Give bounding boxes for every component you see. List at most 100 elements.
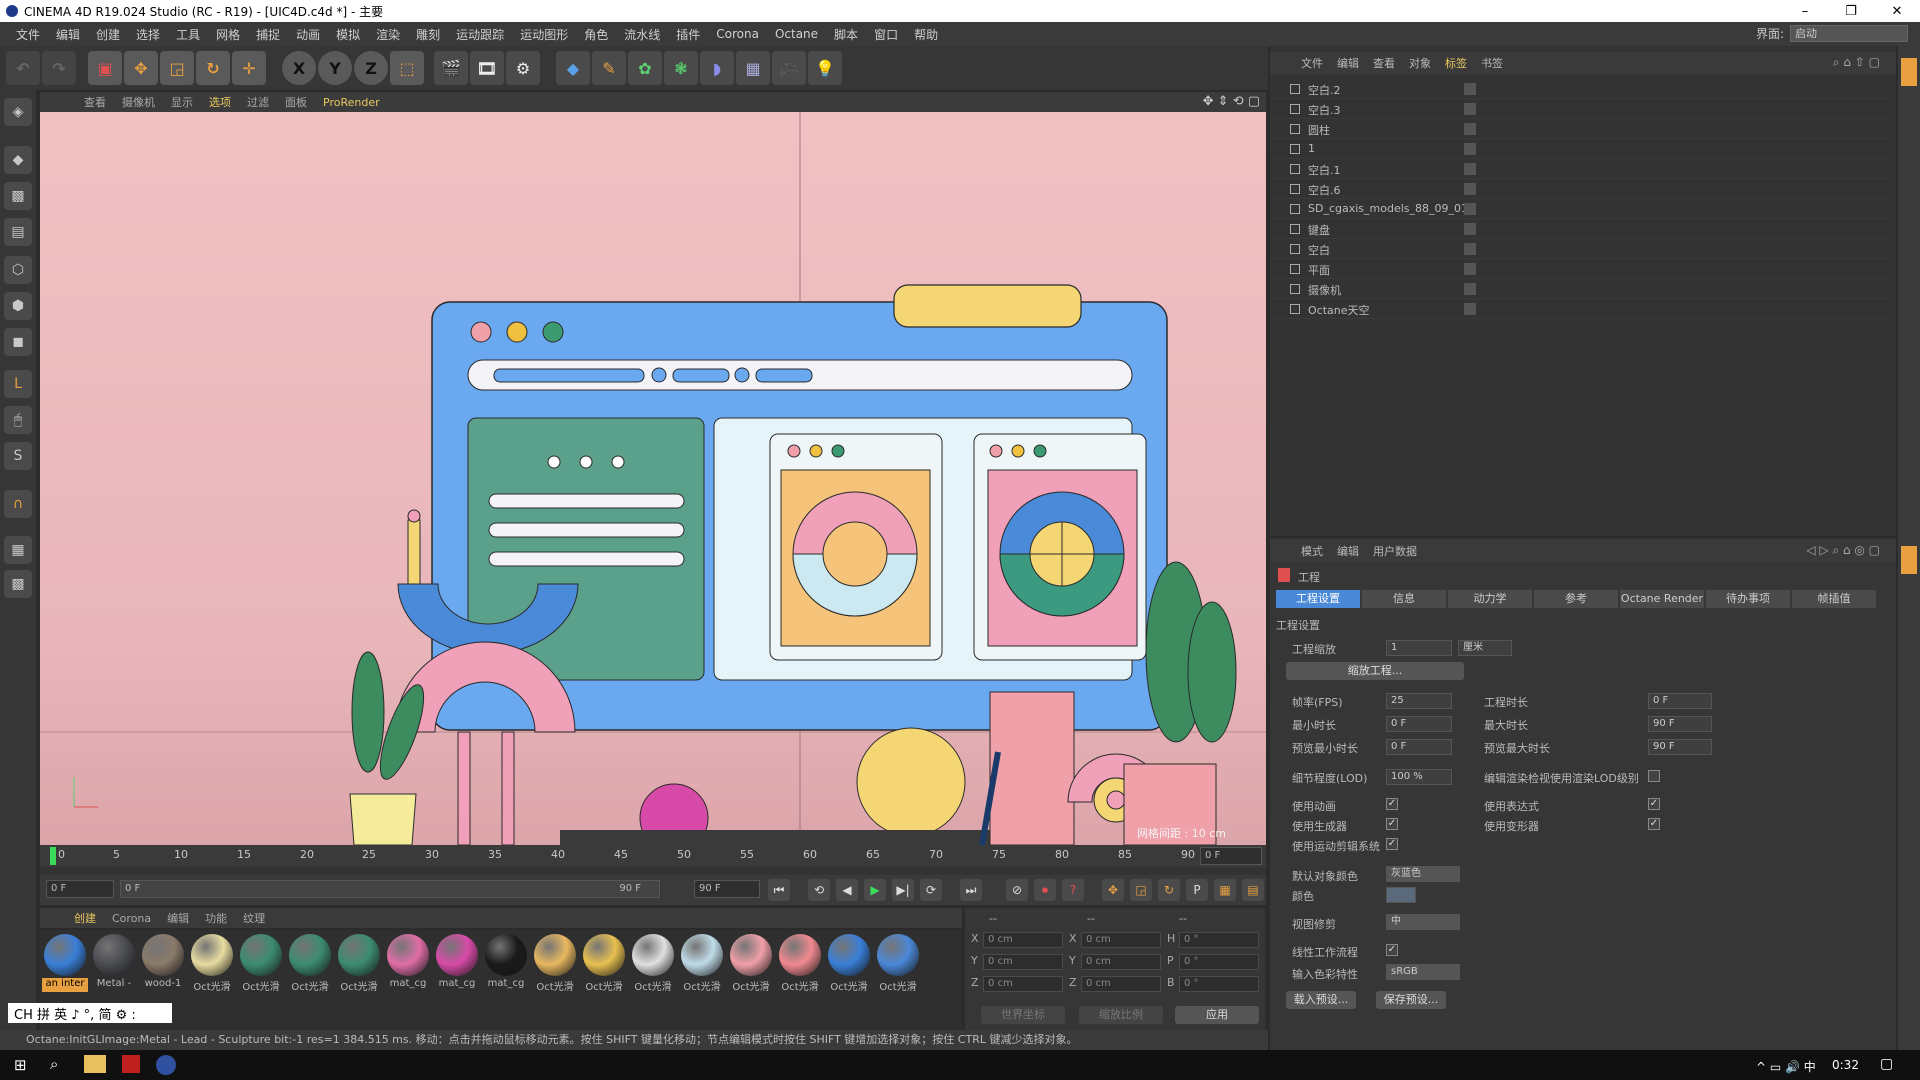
object-row[interactable]: 键盘 (1272, 219, 1892, 239)
tab-info[interactable]: 信息 (1362, 590, 1446, 608)
min-time-field[interactable]: 0 F (1386, 716, 1452, 732)
play-icon[interactable]: ▶ (864, 879, 886, 901)
menu-pipeline[interactable]: 流水线 (616, 26, 668, 43)
key-position-icon[interactable]: ✥ (1102, 879, 1124, 901)
menu-render[interactable]: 渲染 (368, 26, 408, 43)
windows-start-icon[interactable]: ⊞ (14, 1056, 27, 1074)
obj-menu-tags[interactable]: 标签 (1438, 55, 1474, 71)
ime-toolbar[interactable]: CH 拼 英 ♪ °, 简 ⚙ : (8, 1003, 172, 1023)
key-parameter-icon[interactable]: P (1186, 879, 1208, 901)
material-swatch[interactable]: Oct光滑 (287, 934, 333, 994)
go-to-start-icon[interactable]: ⏮ (768, 879, 790, 901)
search-icon[interactable]: ⌕ (50, 1055, 58, 1073)
material-swatch[interactable]: Oct光滑 (189, 934, 235, 994)
material-swatch[interactable]: Oct光滑 (777, 934, 823, 994)
menu-plugins[interactable]: 插件 (668, 26, 708, 43)
obj-menu-view[interactable]: 查看 (1366, 55, 1402, 71)
mat-menu-create[interactable]: 创建 (66, 910, 104, 926)
menu-character[interactable]: 角色 (576, 26, 616, 43)
object-row[interactable]: 空白.6 (1272, 179, 1892, 199)
menu-octane[interactable]: Octane (767, 27, 826, 41)
mat-menu-edit[interactable]: 编辑 (159, 910, 197, 926)
use-expressions-checkbox[interactable]: ✓ (1648, 798, 1660, 810)
material-swatch[interactable]: Oct光滑 (875, 934, 921, 994)
edges-mode-icon[interactable]: ⬢ (4, 292, 32, 320)
material-swatch[interactable]: Oct光滑 (532, 934, 578, 994)
viewport-navigation-icons[interactable]: ✥ ⇕ ⟲ ▢ (1203, 94, 1260, 109)
visibility-toggle-icon[interactable] (1464, 123, 1476, 135)
loop-forward-icon[interactable]: ⟳ (920, 879, 942, 901)
position-x-field[interactable]: 0 cm (983, 932, 1063, 948)
rotate-icon[interactable]: ↻ (196, 51, 230, 85)
material-swatch[interactable]: Oct光滑 (728, 934, 774, 994)
workplane-icon[interactable]: ▤ (4, 218, 32, 246)
minimize-button[interactable]: – (1782, 0, 1828, 22)
apply-button[interactable]: 应用 (1175, 1006, 1259, 1024)
tab-project-settings[interactable]: 工程设置 (1276, 590, 1360, 608)
live-selection-icon[interactable]: ▣ (88, 51, 122, 85)
interface-select[interactable]: 启动 (1790, 25, 1908, 42)
current-frame-field[interactable]: 0 F (1200, 847, 1262, 865)
attr-menu-edit[interactable]: 编辑 (1330, 543, 1366, 559)
object-manager-tools-icons[interactable]: ⌕ ⌂ ⇧ ▢ (1833, 55, 1880, 70)
obj-menu-bookmarks[interactable]: 书签 (1474, 55, 1510, 71)
close-button[interactable]: ✕ (1874, 0, 1920, 22)
render-picture-viewer-icon[interactable]: 🎞 (470, 51, 504, 85)
menu-select[interactable]: 选择 (128, 26, 168, 43)
size-y-field[interactable]: 0 cm (1081, 954, 1161, 970)
magnet-icon[interactable]: ∩ (4, 490, 32, 518)
cinema4d-taskbar-icon[interactable] (156, 1055, 176, 1075)
auto-key-icon[interactable]: ? (1062, 879, 1084, 901)
use-generators-checkbox[interactable]: ✓ (1386, 818, 1398, 830)
mat-menu-texture[interactable]: 纹理 (235, 910, 273, 926)
record-icon[interactable]: ⏺ (1034, 879, 1056, 901)
mat-menu-corona[interactable]: Corona (104, 912, 159, 925)
material-swatch[interactable]: mat_cg (483, 934, 529, 994)
rotation-p-field[interactable]: 0 ° (1179, 954, 1259, 970)
material-swatch[interactable]: Oct光滑 (336, 934, 382, 994)
preview-range-slider[interactable]: 0 F 90 F (120, 880, 660, 898)
object-row[interactable]: 圆柱 (1272, 119, 1892, 139)
obj-menu-file[interactable]: 文件 (1294, 55, 1330, 71)
wps-icon[interactable] (122, 1055, 140, 1073)
project-scale-unit-select[interactable]: 厘米 (1458, 640, 1512, 656)
go-to-end-icon[interactable]: ⏭ (960, 879, 982, 901)
key-scale-icon[interactable]: ◲ (1130, 879, 1152, 901)
deformer-icon[interactable]: ◗ (700, 51, 734, 85)
visibility-toggle-icon[interactable] (1464, 143, 1476, 155)
visibility-toggle-icon[interactable] (1464, 263, 1476, 275)
material-swatch[interactable]: Oct光滑 (238, 934, 284, 994)
camera-icon[interactable]: 🎥 (772, 51, 806, 85)
position-z-field[interactable]: 0 cm (983, 976, 1063, 992)
visibility-toggle-icon[interactable] (1464, 163, 1476, 175)
object-row[interactable]: 空白.2 (1272, 79, 1892, 99)
menu-simulate[interactable]: 模拟 (328, 26, 368, 43)
input-color-profile-select[interactable]: sRGB (1386, 964, 1460, 980)
tray-icons[interactable]: ^ ▭ 🔊 中 (1756, 1058, 1816, 1075)
obj-menu-object[interactable]: 对象 (1402, 55, 1438, 71)
render-lod-checkbox[interactable] (1648, 770, 1660, 782)
rotation-b-field[interactable]: 0 ° (1179, 976, 1259, 992)
preview-max-field[interactable]: 90 F (1648, 739, 1712, 755)
lod-field[interactable]: 100 % (1386, 769, 1452, 785)
menu-sculpt[interactable]: 雕刻 (408, 26, 448, 43)
menu-animate[interactable]: 动画 (288, 26, 328, 43)
key-rotation-icon[interactable]: ↻ (1158, 879, 1180, 901)
model-mode-icon[interactable]: ◆ (4, 146, 32, 174)
menu-file[interactable]: 文件 (8, 26, 48, 43)
view-clipping-select[interactable]: 中 (1386, 914, 1460, 930)
snap-icon[interactable]: S (4, 442, 32, 470)
side-tab-attributes[interactable] (1901, 546, 1917, 574)
planar-workplane-icon[interactable]: ▩ (4, 570, 32, 598)
viewport-menu-display[interactable]: 显示 (163, 94, 201, 110)
timeline-window-icon[interactable]: ▤ (1242, 879, 1264, 901)
tab-dynamics[interactable]: 动力学 (1448, 590, 1532, 608)
menu-edit[interactable]: 编辑 (48, 26, 88, 43)
object-row[interactable]: SD_cgaxis_models_88_09_01 (1272, 199, 1892, 219)
coordinate-system-icon[interactable]: ⬚ (390, 51, 424, 85)
notification-icon[interactable]: ▢ (1880, 1056, 1893, 1072)
z-axis-icon[interactable]: Z (354, 51, 388, 85)
tab-reference[interactable]: 参考 (1534, 590, 1618, 608)
3d-viewport[interactable]: 网格间距 : 10 cm (40, 112, 1266, 845)
mat-menu-function[interactable]: 功能 (197, 910, 235, 926)
